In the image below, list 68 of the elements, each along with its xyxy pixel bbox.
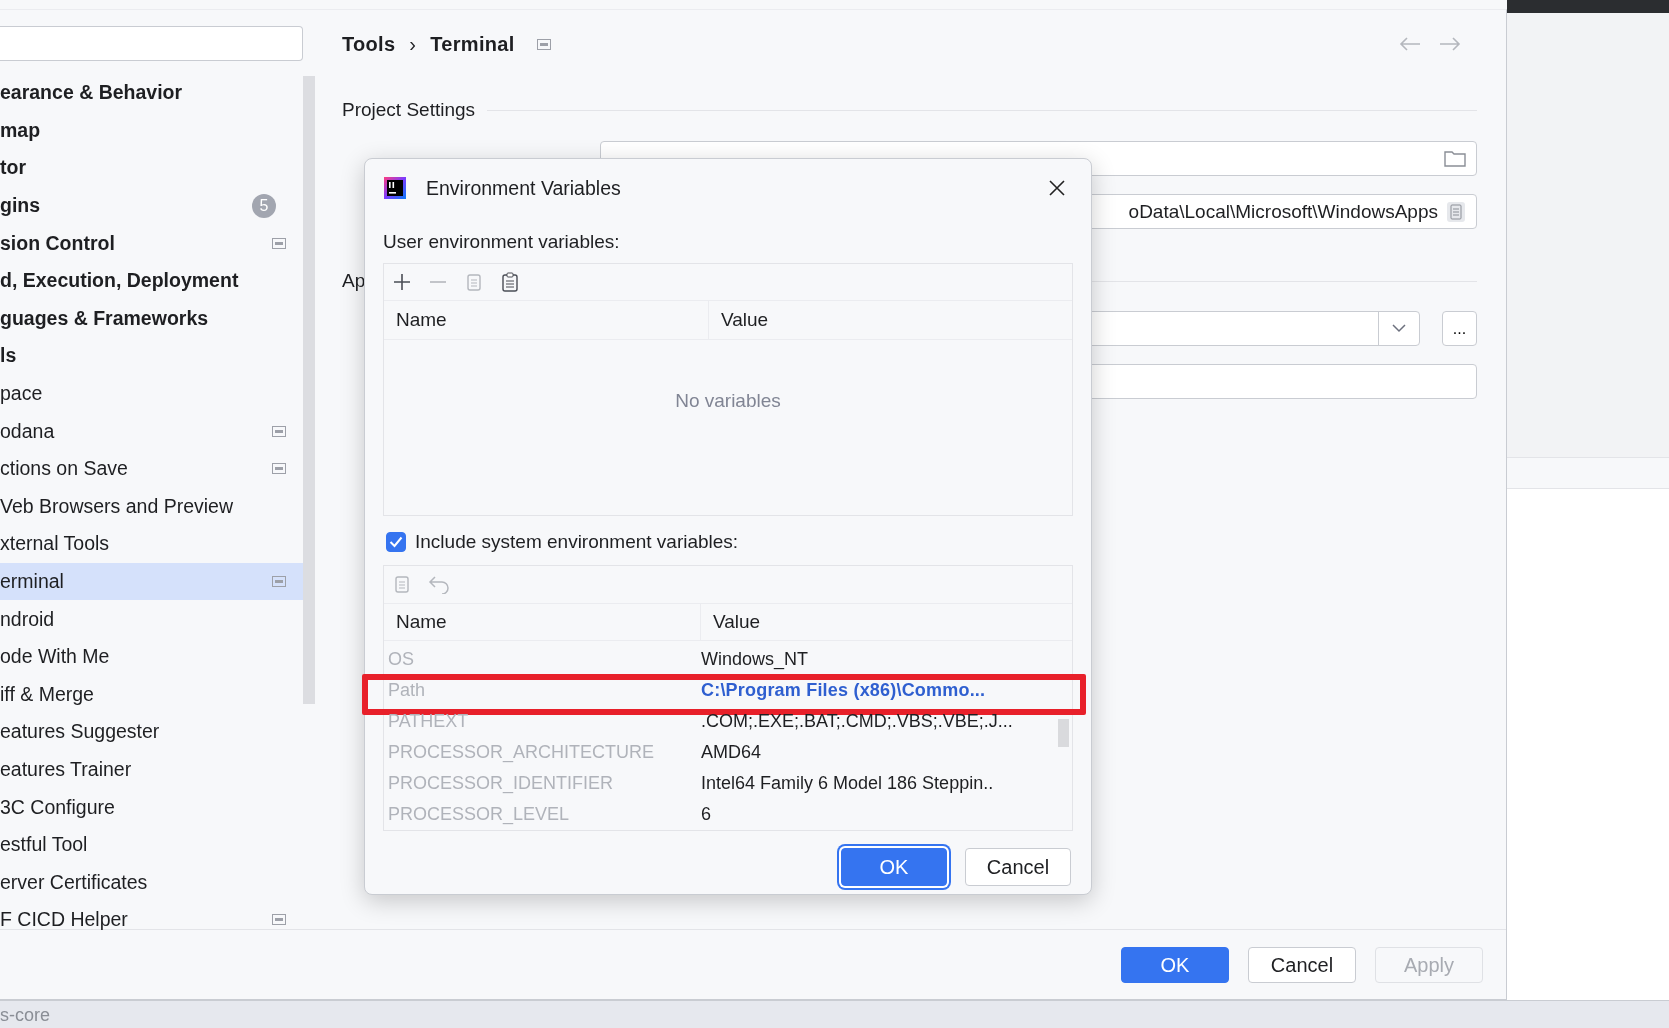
table-cell-text: PROCESSOR_IDENTIFIER <box>387 773 615 794</box>
table-cell: Intel64 Family 6 Model 186 Steppin.. <box>701 773 994 794</box>
scrollbar-thumb[interactable] <box>1058 719 1069 747</box>
section-label: User environment variables: <box>383 230 621 254</box>
folder-icon[interactable] <box>1444 150 1466 167</box>
table-cell-text: PROCESSOR_LEVEL <box>387 804 571 825</box>
app-logo-icon <box>384 177 406 199</box>
section-title: Ap <box>342 270 366 292</box>
sidebar-item[interactable]: ls <box>0 337 303 375</box>
dialog-button[interactable]: Cancel <box>965 848 1071 886</box>
dialog-title: Environment Variables <box>426 176 621 200</box>
more-button[interactable]: ... <box>1442 311 1477 346</box>
breadcrumb-separator: › <box>409 32 417 56</box>
sidebar-item[interactable]: ndroid <box>0 600 303 638</box>
table-cell-text: PROCESSOR_ARCHITECTURE <box>387 742 656 763</box>
sidebar-item[interactable]: eatures Trainer <box>0 750 303 789</box>
add-icon[interactable] <box>392 272 412 292</box>
back-arrow-icon[interactable] <box>1399 37 1421 51</box>
empty-message: No variables <box>675 390 781 412</box>
sidebar-item[interactable]: erminal <box>0 562 303 601</box>
status-text: s-core <box>0 1004 50 1026</box>
sidebar-item[interactable]: F CICD Helper <box>0 901 303 939</box>
sidebar-item[interactable]: guages & Frameworks <box>0 299 303 338</box>
sidebar-item[interactable]: d, Execution, Deployment <box>0 261 303 300</box>
breadcrumb-item[interactable]: Tools <box>342 32 396 56</box>
close-icon[interactable] <box>1049 180 1065 196</box>
table-cell: AMD64 <box>701 742 762 763</box>
table-cell: 6 <box>701 804 711 825</box>
table-cell-text: Path <box>387 680 427 701</box>
breadcrumb-item: Terminal <box>430 32 515 56</box>
column-header: Value <box>720 308 770 332</box>
checkbox[interactable] <box>386 532 406 552</box>
project-scope-icon <box>536 38 551 50</box>
forward-arrow-icon[interactable] <box>1439 37 1461 51</box>
sidebar-item[interactable]: gins 5 <box>0 186 303 225</box>
sidebar-item[interactable]: odana <box>0 412 303 450</box>
sidebar-item[interactable]: ode With Me <box>0 637 303 676</box>
sidebar-item[interactable]: sion Control <box>0 224 303 262</box>
sidebar-item[interactable]: Veb Browsers and Preview <box>0 487 303 526</box>
sidebar-item[interactable]: tor <box>0 149 303 187</box>
search-field[interactable] <box>0 26 303 61</box>
column-header: Name <box>384 603 701 640</box>
checkbox-label[interactable]: Include system environment variables: <box>415 531 739 553</box>
table-cell: Windows_NT <box>701 649 809 670</box>
sidebar-item[interactable]: ctions on Save <box>0 449 303 488</box>
sidebar-item[interactable]: xternal Tools <box>0 525 303 563</box>
sidebar-item[interactable]: earance & Behavior <box>0 74 303 112</box>
table-cell-text: PATHEXT <box>387 711 470 732</box>
table-cell: .COM;.EXE;.BAT;.CMD;.VBS;.VBE;.J... <box>701 711 1013 732</box>
clipboard-icon[interactable] <box>500 272 520 292</box>
sidebar-item[interactable]: 3C Configure <box>0 788 303 826</box>
chevron-down-icon <box>1392 324 1406 333</box>
column-header: Value <box>712 610 762 634</box>
sidebar-item[interactable]: iff & Merge <box>0 675 303 714</box>
count-badge: 5 <box>252 193 276 218</box>
dialog-button[interactable]: OK <box>1121 947 1229 983</box>
sidebar-item[interactable]: pace <box>0 374 303 413</box>
column-header: Name <box>384 301 709 339</box>
sidebar-item[interactable]: estful Tool <box>0 825 303 864</box>
table-cell-text: OS <box>387 649 415 670</box>
section-title: Project Settings <box>342 99 476 121</box>
sidebar-item[interactable]: eatures Suggester <box>0 713 303 751</box>
scrollbar-thumb[interactable] <box>303 76 315 704</box>
table-cell: C:\Program Files (x86)\Commo... <box>701 680 986 701</box>
sidebar-item[interactable]: map <box>0 111 303 150</box>
dialog-button[interactable]: Cancel <box>1248 947 1356 983</box>
sidebar-item[interactable]: erver Certificates <box>0 863 303 902</box>
browse-icon[interactable] <box>1446 200 1466 223</box>
